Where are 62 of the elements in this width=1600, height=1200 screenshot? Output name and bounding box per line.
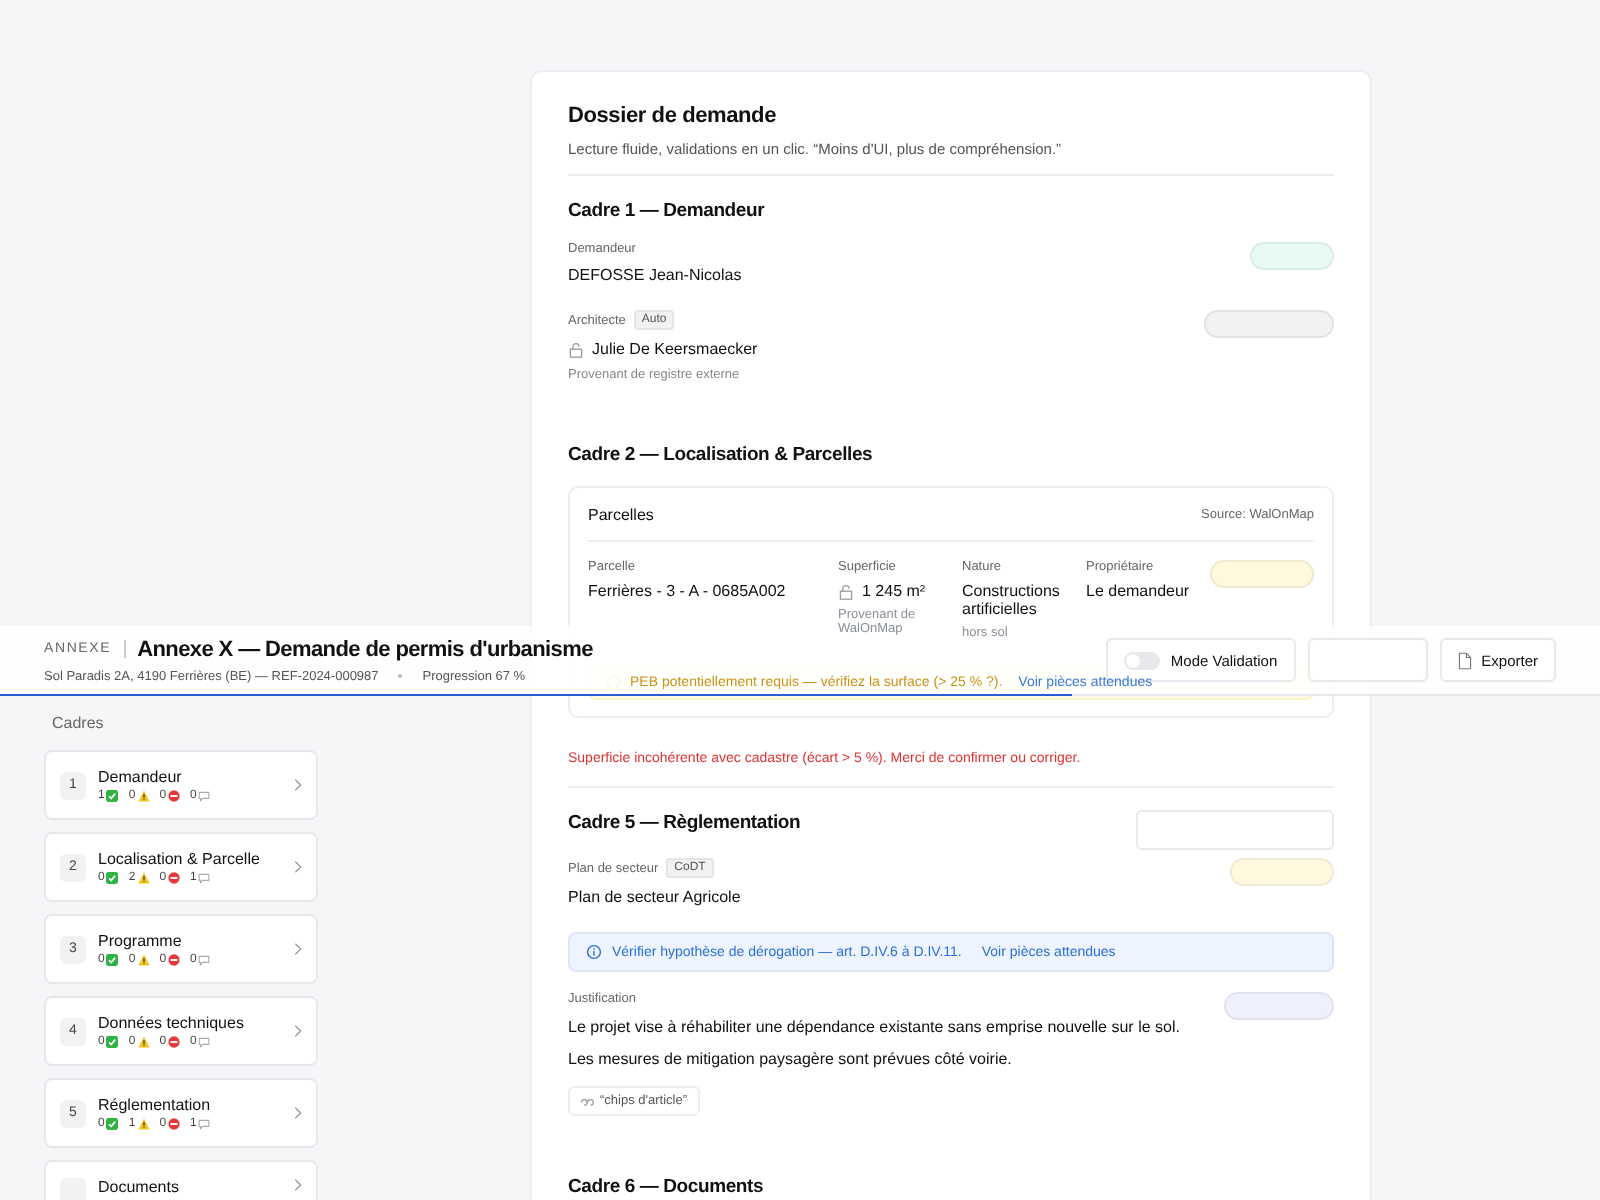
dossier-title: Dossier de demande [568,104,778,128]
warning-icon [137,1118,150,1130]
status-pill[interactable] [1204,310,1334,338]
chevron-icon [294,942,302,956]
info-icon [586,944,602,960]
section-card[interactable]: Documents [44,1160,318,1200]
nature-value: Constructions artificielles [962,582,1062,618]
chevron-icon [294,778,302,792]
empty-field[interactable] [1136,809,1334,849]
lock-icon [568,341,584,357]
no-entry-icon [168,1118,181,1130]
field-value: Julie De Keersmaecker [592,340,758,358]
speech-bubble-icon [198,1036,211,1048]
sidebar-title: Cadres [52,714,106,732]
section-title: Réglementation [98,1096,211,1114]
section-title: Localisation & Parcelle [98,850,260,868]
warning-icon [137,790,150,802]
warning-icon [137,1036,150,1048]
chevron-icon [294,1024,302,1038]
status-pill[interactable] [1230,858,1334,886]
check-icon [106,790,119,802]
check-icon [106,1118,119,1130]
section-heading: Cadre 5 — Règlementation [568,812,801,834]
parcel-value: Ferrières - 3 - A - 0685A002 [588,582,786,600]
section-title: Demandeur [98,768,182,786]
warning-icon [137,954,150,966]
check-icon [106,872,119,884]
no-entry-icon [168,954,181,966]
panel-title: Parcelles [588,505,654,523]
justification-text: Le projet vise à réhabiliter une dépendance existante sans emprise nouvelle sur le sol. [568,1016,1180,1038]
empty-button[interactable] [1307,638,1428,682]
section-heading: Cadre 6 — Documents [568,1176,766,1198]
area-value: 1 245 m² [862,582,926,600]
speech-bubble-icon [198,872,211,884]
chevron-icon [294,1178,302,1192]
lock-icon [838,583,854,599]
chevron-icon [294,1106,302,1120]
field-value: DEFOSSE Jean-Nicolas [568,266,742,284]
status-pill[interactable] [1250,242,1334,270]
chevron-icon [294,860,302,874]
status-pill[interactable] [1210,560,1314,588]
check-icon [106,954,119,966]
speech-bubble-icon [198,790,211,802]
owner-value: Le demandeur [1086,582,1190,600]
section-title: Programme [98,932,182,950]
section-title: Données techniques [98,1014,244,1032]
status-pill[interactable] [1224,992,1334,1020]
speech-bubble-icon [198,1118,211,1130]
quote-icon [580,1094,594,1108]
check-icon [106,1036,119,1048]
speech-bubble-icon [198,954,211,966]
document-icon [1457,651,1472,669]
section-heading: Cadre 2 — Localisation & Parcelles [568,444,875,466]
justification-text: Les mesures de mitigation paysagère sont prévues côté voirie. [568,1048,1012,1070]
field-value: Plan de secteur Agricole [568,888,741,906]
no-entry-icon [168,872,181,884]
warning-icon [137,872,150,884]
page-title: Annexe X — Demande de permis d'urbanisme [137,637,593,661]
no-entry-icon [168,1036,181,1048]
no-entry-icon [168,790,181,802]
section-title: Documents [98,1178,179,1196]
section-heading: Cadre 1 — Demandeur [568,200,767,222]
